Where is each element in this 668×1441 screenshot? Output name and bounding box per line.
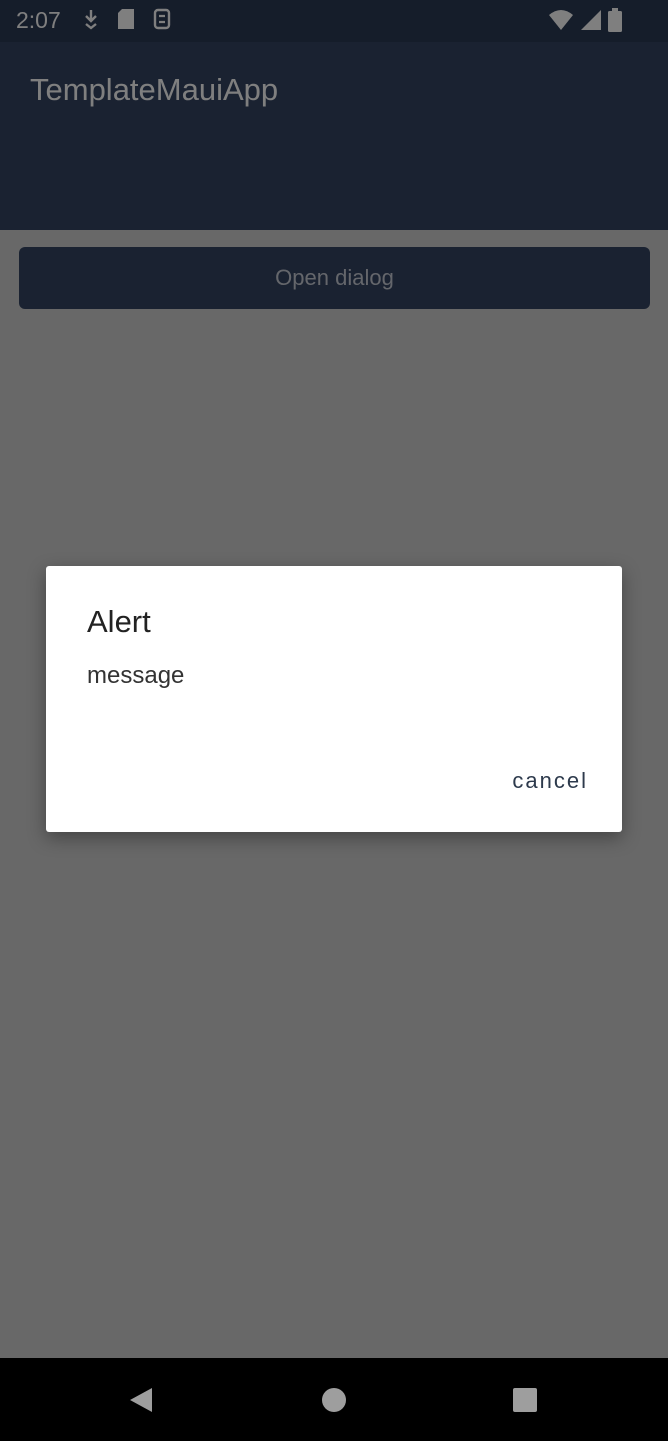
alert-dialog: Alert message cancel: [46, 566, 622, 832]
recents-icon[interactable]: [501, 1376, 549, 1424]
cancel-button[interactable]: cancel: [502, 764, 598, 798]
android-screen: 2:07 TemplateMauiApp: [0, 0, 668, 1441]
dialog-title: Alert: [87, 604, 151, 639]
dialog-message: message: [87, 662, 185, 689]
navigation-bar: [0, 1358, 668, 1441]
home-icon[interactable]: [310, 1376, 358, 1424]
back-icon[interactable]: [117, 1376, 165, 1424]
